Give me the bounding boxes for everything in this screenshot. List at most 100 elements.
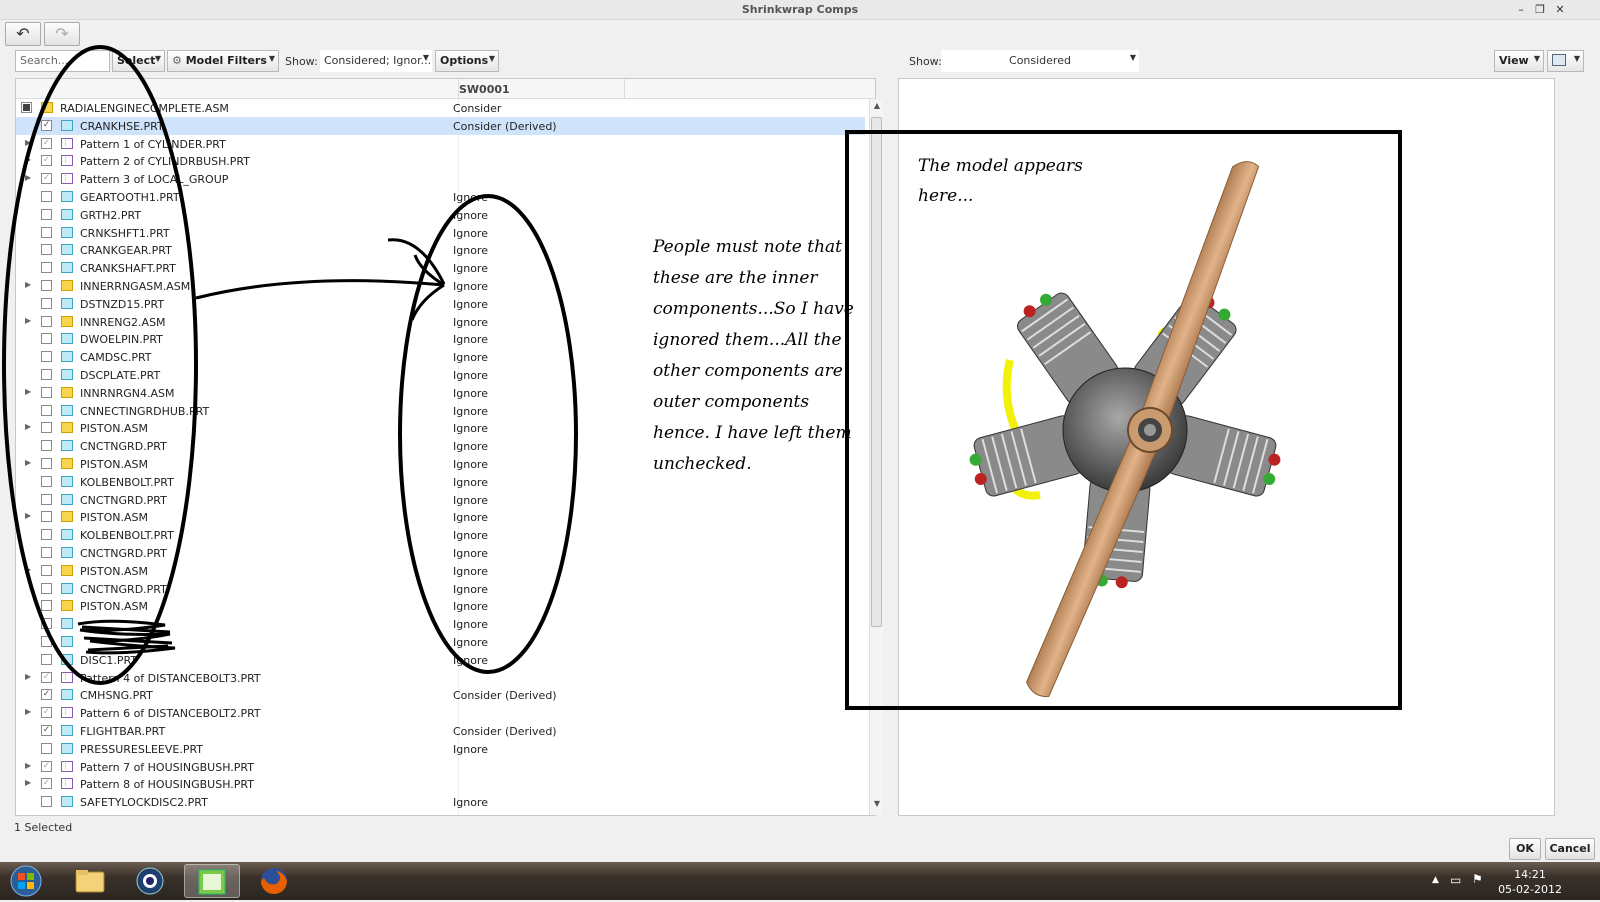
tree-row[interactable]: SAFETYLOCKDISC2.PRT Ignore — [16, 793, 865, 811]
close-button[interactable]: ✕ — [1551, 2, 1569, 17]
row-status[interactable]: Ignore — [453, 422, 488, 435]
row-checkbox[interactable] — [41, 208, 52, 220]
row-status[interactable]: Consider — [453, 102, 501, 115]
redo-button[interactable]: ↷ — [44, 22, 80, 46]
system-clock[interactable]: 14:21 05-02-2012 — [1498, 867, 1562, 897]
tree-row[interactable]: CNCTNGRD.PRT Ignore — [16, 544, 865, 562]
tree-row[interactable]: ▶ PISTON.ASM Ignore — [16, 562, 865, 580]
taskbar-explorer[interactable] — [62, 864, 118, 898]
expand-arrow-icon[interactable]: ▶ — [25, 565, 35, 574]
row-checkbox[interactable]: ✓ — [41, 689, 52, 701]
row-status[interactable]: Ignore — [453, 583, 488, 596]
row-status[interactable]: Ignore — [453, 654, 488, 667]
row-checkbox[interactable] — [41, 547, 52, 558]
row-checkbox[interactable] — [41, 636, 52, 647]
sw0001-column-header[interactable]: SW0001 — [459, 83, 510, 96]
taskbar-firefox[interactable] — [246, 864, 302, 898]
row-checkbox[interactable] — [41, 280, 52, 291]
row-checkbox[interactable] — [41, 582, 52, 594]
expand-arrow-icon[interactable]: ▶ — [25, 761, 35, 770]
row-status[interactable]: Ignore — [453, 351, 488, 364]
row-status[interactable]: Consider (Derived) — [453, 120, 557, 133]
expand-arrow-icon[interactable]: ▶ — [25, 316, 35, 325]
tree-row[interactable]: ✓ CMHSNG.PRT Consider (Derived) — [16, 686, 865, 704]
undo-button[interactable]: ↶ — [5, 22, 41, 46]
expand-arrow-icon[interactable]: ▶ — [25, 280, 35, 289]
row-checkbox[interactable] — [41, 191, 52, 202]
tree-row[interactable]: KOLBENBOLT.PRT Ignore — [16, 526, 865, 544]
network-icon[interactable]: ▭ — [1450, 873, 1461, 887]
row-status[interactable]: Ignore — [453, 529, 488, 542]
tree-row[interactable]: PRESSURESLEEVE.PRT Ignore — [16, 740, 865, 758]
row-checkbox[interactable] — [41, 262, 52, 274]
tree-row[interactable]: ▶ ✓ ⋮⋮ Pattern 6 of DISTANCEBOLT2.PRT — [16, 704, 865, 722]
expand-arrow-icon[interactable]: ▶ — [25, 511, 35, 520]
tree-row[interactable]: Ignore — [16, 615, 865, 633]
row-checkbox[interactable]: ✓ — [41, 671, 52, 683]
row-checkbox[interactable] — [41, 600, 52, 612]
row-status[interactable]: Ignore — [453, 636, 488, 649]
row-status[interactable]: Ignore — [453, 618, 488, 631]
row-checkbox[interactable] — [41, 386, 52, 398]
model-filters-dropdown[interactable]: ⚙ Model Filters ▼ — [167, 50, 279, 72]
expand-arrow-icon[interactable]: ▶ — [25, 778, 35, 787]
row-checkbox[interactable] — [41, 458, 52, 469]
row-checkbox[interactable] — [41, 333, 52, 345]
row-status[interactable]: Ignore — [453, 743, 488, 756]
row-status[interactable]: Ignore — [453, 440, 488, 453]
row-status[interactable]: Ignore — [453, 796, 488, 809]
row-checkbox[interactable] — [41, 404, 52, 416]
tray-expand-icon[interactable]: ▲ — [1432, 875, 1439, 885]
tree-row[interactable]: GRTH2.PRT Ignore — [16, 206, 865, 224]
row-status[interactable]: Ignore — [453, 227, 488, 240]
row-checkbox[interactable] — [21, 102, 32, 113]
row-checkbox[interactable]: ✓ — [41, 760, 52, 772]
expand-arrow-icon[interactable]: ▶ — [25, 173, 35, 182]
row-checkbox[interactable] — [41, 529, 52, 541]
row-checkbox[interactable] — [41, 475, 52, 487]
row-checkbox[interactable]: ✓ — [41, 155, 52, 167]
row-checkbox[interactable] — [41, 440, 52, 452]
row-checkbox[interactable] — [41, 653, 52, 665]
row-status[interactable]: Ignore — [453, 333, 488, 346]
cancel-button[interactable]: Cancel — [1545, 838, 1595, 860]
tree-row[interactable]: DISC1.PRT Ignore — [16, 651, 865, 669]
row-checkbox[interactable] — [41, 564, 52, 576]
row-checkbox[interactable]: ✓ — [41, 725, 52, 736]
row-checkbox[interactable] — [41, 422, 52, 434]
row-status[interactable]: Ignore — [453, 316, 488, 329]
row-status[interactable]: Ignore — [453, 547, 488, 560]
view-dropdown[interactable]: View ▼ — [1494, 50, 1544, 72]
row-status[interactable]: Ignore — [453, 511, 488, 524]
expand-arrow-icon[interactable]: ▶ — [25, 387, 35, 396]
row-checkbox[interactable]: ✓ — [41, 173, 52, 185]
row-checkbox[interactable] — [41, 796, 52, 808]
tree-row[interactable]: ✓ CRANKHSE.PRT Consider (Derived) — [16, 116, 865, 135]
tree-row[interactable]: GEARTOOTH1.PRT Ignore — [16, 188, 865, 206]
scroll-up-icon[interactable]: ▲ — [871, 101, 883, 115]
row-status[interactable]: Ignore — [453, 458, 488, 471]
tree-row[interactable]: PISTON.ASM Ignore — [16, 597, 865, 615]
row-status[interactable]: Ignore — [453, 298, 488, 311]
tree-row[interactable]: ▶ PISTON.ASM Ignore — [16, 508, 865, 526]
row-status[interactable]: Ignore — [453, 209, 488, 222]
row-status[interactable]: Ignore — [453, 494, 488, 507]
row-status[interactable]: Ignore — [453, 565, 488, 578]
tree-row[interactable]: ▶ ✓ ⋮⋮ Pattern 1 of CYLINDER.PRT — [16, 135, 865, 153]
expand-arrow-icon[interactable]: ▶ — [25, 155, 35, 164]
row-checkbox[interactable] — [41, 742, 52, 754]
ok-button[interactable]: OK — [1509, 838, 1541, 860]
row-status[interactable]: Ignore — [453, 476, 488, 489]
row-status[interactable]: Ignore — [453, 600, 488, 613]
select-dropdown[interactable]: Select ▼ — [112, 50, 165, 72]
tree-row[interactable]: ▶ ✓ ⋮⋮ Pattern 3 of LOCAL_GROUP — [16, 170, 865, 188]
show-dropdown[interactable]: Considered; Ignor... ▼ — [320, 50, 432, 72]
expand-arrow-icon[interactable]: ▶ — [25, 458, 35, 467]
expand-arrow-icon[interactable]: ▶ — [25, 422, 35, 431]
row-status[interactable]: Ignore — [453, 244, 488, 257]
search-input[interactable]: Search... — [15, 50, 110, 72]
taskbar-media[interactable] — [122, 864, 178, 898]
layout-toggle-button[interactable]: ▼ — [1547, 50, 1584, 72]
row-checkbox[interactable]: ✓ — [41, 137, 52, 149]
tree-row[interactable]: ▶ ✓ ⋮⋮ Pattern 8 of HOUSINGBUSH.PRT — [16, 775, 865, 793]
